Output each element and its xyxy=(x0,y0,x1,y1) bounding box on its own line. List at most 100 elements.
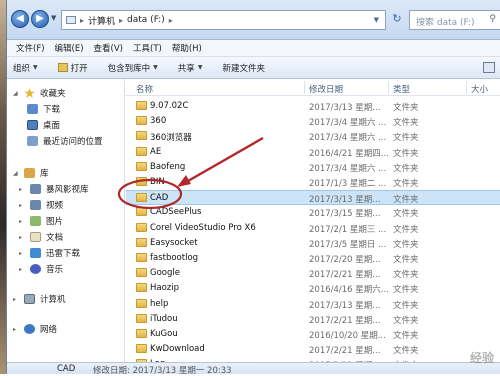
file-name: Easysocket xyxy=(150,238,198,248)
file-name: 9.07.02C xyxy=(150,101,188,111)
nav-libraries[interactable]: ◢库 xyxy=(13,167,49,179)
table-row[interactable]: 9.07.02C2017/3/13 星期...文件夹 xyxy=(126,99,500,114)
folder-icon xyxy=(136,116,147,125)
nav-network[interactable]: ▸网络 xyxy=(13,323,57,335)
search-input[interactable]: 搜索 data (F:) ⚲ xyxy=(409,10,500,30)
file-type: 文件夹 xyxy=(393,101,419,113)
nav-videos[interactable]: ▸视频 xyxy=(19,199,63,211)
menu-edit[interactable]: 编辑(E) xyxy=(50,42,89,54)
expand-icon[interactable]: ▸ xyxy=(13,296,19,303)
star-icon xyxy=(24,88,35,98)
table-row[interactable]: AE2016/4/21 星期四...文件夹 xyxy=(126,145,500,160)
file-name: fastbootlog xyxy=(150,253,198,263)
nav-computer[interactable]: ▸计算机 xyxy=(13,293,66,305)
file-list: 名称 修改日期 类型 大小 9.07.02C2017/3/13 星期...文件夹… xyxy=(126,79,500,362)
table-row[interactable]: Corel VideoStudio Pro X62017/2/1 星期三 ...… xyxy=(126,221,500,236)
menu-help[interactable]: 帮助(H) xyxy=(167,42,207,54)
refresh-icon[interactable]: ↻ xyxy=(390,12,404,26)
column-type[interactable]: 类型 xyxy=(393,83,410,95)
menu-tools[interactable]: 工具(T) xyxy=(128,42,167,54)
share-button[interactable]: 共享▼ xyxy=(178,62,203,74)
table-row[interactable]: KwDownload2017/2/21 星期...文件夹 xyxy=(126,342,500,357)
organize-label: 组织 xyxy=(13,62,30,74)
history-dropdown-icon[interactable]: ▼ xyxy=(51,14,56,22)
file-date: 2017/3/13 星期... xyxy=(309,299,380,311)
explorer-window: ◀ ▶ ▼ ▸ 计算机 ▸ data (F:) ▸ ▼ ↻ 搜索 data (F… xyxy=(6,0,500,374)
nav-downloads-label: 下载 xyxy=(43,103,60,115)
folder-icon xyxy=(136,314,147,323)
menu-view[interactable]: 查看(V) xyxy=(89,42,128,54)
folder-icon xyxy=(136,207,147,216)
table-row[interactable]: help2017/3/13 星期...文件夹 xyxy=(126,297,500,312)
chevron-right-icon[interactable]: ▸ xyxy=(80,16,84,25)
nav-desktop[interactable]: 桌面 xyxy=(27,119,60,131)
column-size[interactable]: 大小 xyxy=(471,83,488,95)
column-divider[interactable] xyxy=(388,81,389,94)
nav-pictures[interactable]: ▸图片 xyxy=(19,215,63,227)
file-type: 文件夹 xyxy=(393,193,419,205)
collapse-icon[interactable]: ◢ xyxy=(13,90,19,97)
chevron-right-icon[interactable]: ▸ xyxy=(169,16,173,25)
file-date: 2017/1/3 星期二 ... xyxy=(309,177,386,189)
file-type: 文件夹 xyxy=(393,253,419,265)
expand-icon[interactable]: ▸ xyxy=(19,266,25,273)
expand-icon[interactable]: ▸ xyxy=(19,186,25,193)
folder-icon xyxy=(136,344,147,353)
collapse-icon[interactable]: ◢ xyxy=(13,170,19,177)
column-date[interactable]: 修改日期 xyxy=(309,83,343,95)
nav-xunlei[interactable]: ▸迅雷下载 xyxy=(19,247,80,259)
nav-music[interactable]: ▸音乐 xyxy=(19,263,63,275)
new-folder-button[interactable]: 新建文件夹 xyxy=(222,62,265,74)
expand-icon[interactable]: ▸ xyxy=(19,202,25,209)
share-label: 共享 xyxy=(178,62,195,74)
table-row[interactable]: fastbootlog2017/2/20 星期...文件夹 xyxy=(126,251,500,266)
file-date: 2017/3/15 星期... xyxy=(309,207,380,219)
file-date: 2017/3/4 星期六 ... xyxy=(309,131,386,143)
file-name: Google xyxy=(150,268,180,278)
table-row[interactable]: Baofeng2017/3/4 星期六 ...文件夹 xyxy=(126,160,500,175)
table-row[interactable]: iTudou2017/2/21 星期...文件夹 xyxy=(126,312,500,327)
table-row[interactable]: 3602017/3/4 星期六 ...文件夹 xyxy=(126,114,500,129)
nav-documents[interactable]: ▸文档 xyxy=(19,231,63,243)
column-divider[interactable] xyxy=(466,81,467,94)
file-date: 2016/10/20 星期... xyxy=(309,329,386,341)
table-row[interactable]: Haozip2016/4/16 星期六...文件夹 xyxy=(126,281,500,296)
video-icon xyxy=(30,200,41,210)
table-row[interactable]: Easysocket2017/3/5 星期日 ...文件夹 xyxy=(126,236,500,251)
expand-icon[interactable]: ▸ xyxy=(13,326,19,333)
open-button[interactable]: 打开 xyxy=(58,62,88,74)
file-type: 文件夹 xyxy=(393,238,419,250)
address-path[interactable]: ▸ 计算机 ▸ data (F:) ▸ ▼ xyxy=(61,10,386,30)
expand-icon[interactable]: ▸ xyxy=(19,218,25,225)
menu-file[interactable]: 文件(F) xyxy=(11,42,50,54)
forward-button[interactable]: ▶ xyxy=(31,10,49,28)
breadcrumb-computer[interactable]: 计算机 xyxy=(88,14,115,27)
table-row[interactable]: Google2017/2/21 星期...文件夹 xyxy=(126,266,500,281)
file-type: 文件夹 xyxy=(393,147,419,159)
breadcrumb-drive[interactable]: data (F:) xyxy=(127,15,165,25)
include-in-library-button[interactable]: 包含到库中▼ xyxy=(108,62,158,74)
table-row[interactable]: KuGou2016/10/20 星期...文件夹 xyxy=(126,327,500,342)
column-name[interactable]: 名称 xyxy=(136,83,153,95)
address-dropdown-icon[interactable]: ▼ xyxy=(374,16,379,24)
table-row-selected[interactable]: CAD2017/3/13 星期...文件夹 xyxy=(126,190,500,205)
expand-icon[interactable]: ▸ xyxy=(19,250,25,257)
organize-button[interactable]: 组织▼ xyxy=(13,62,38,74)
table-row[interactable]: CADSeePlus2017/3/15 星期...文件夹 xyxy=(126,205,500,220)
back-button[interactable]: ◀ xyxy=(11,10,29,28)
folder-icon xyxy=(136,101,147,110)
table-row[interactable]: BIN2017/1/3 星期二 ...文件夹 xyxy=(126,175,500,190)
file-date: 2017/2/21 星期... xyxy=(309,314,380,326)
file-name: BIN xyxy=(150,177,165,187)
file-name: KuGou xyxy=(150,329,178,339)
search-icon[interactable]: ⚲ xyxy=(489,14,496,24)
nav-storm[interactable]: ▸暴风影视库 xyxy=(19,183,89,195)
nav-downloads[interactable]: 下载 xyxy=(27,103,60,115)
nav-favorites[interactable]: ◢收藏夹 xyxy=(13,87,66,99)
expand-icon[interactable]: ▸ xyxy=(19,234,25,241)
chevron-right-icon[interactable]: ▸ xyxy=(119,16,123,25)
table-row[interactable]: 360浏览器2017/3/4 星期六 ...文件夹 xyxy=(126,129,500,144)
nav-recent[interactable]: 最近访问的位置 xyxy=(27,135,103,147)
view-options-icon[interactable] xyxy=(483,62,495,73)
column-divider[interactable] xyxy=(304,81,305,94)
